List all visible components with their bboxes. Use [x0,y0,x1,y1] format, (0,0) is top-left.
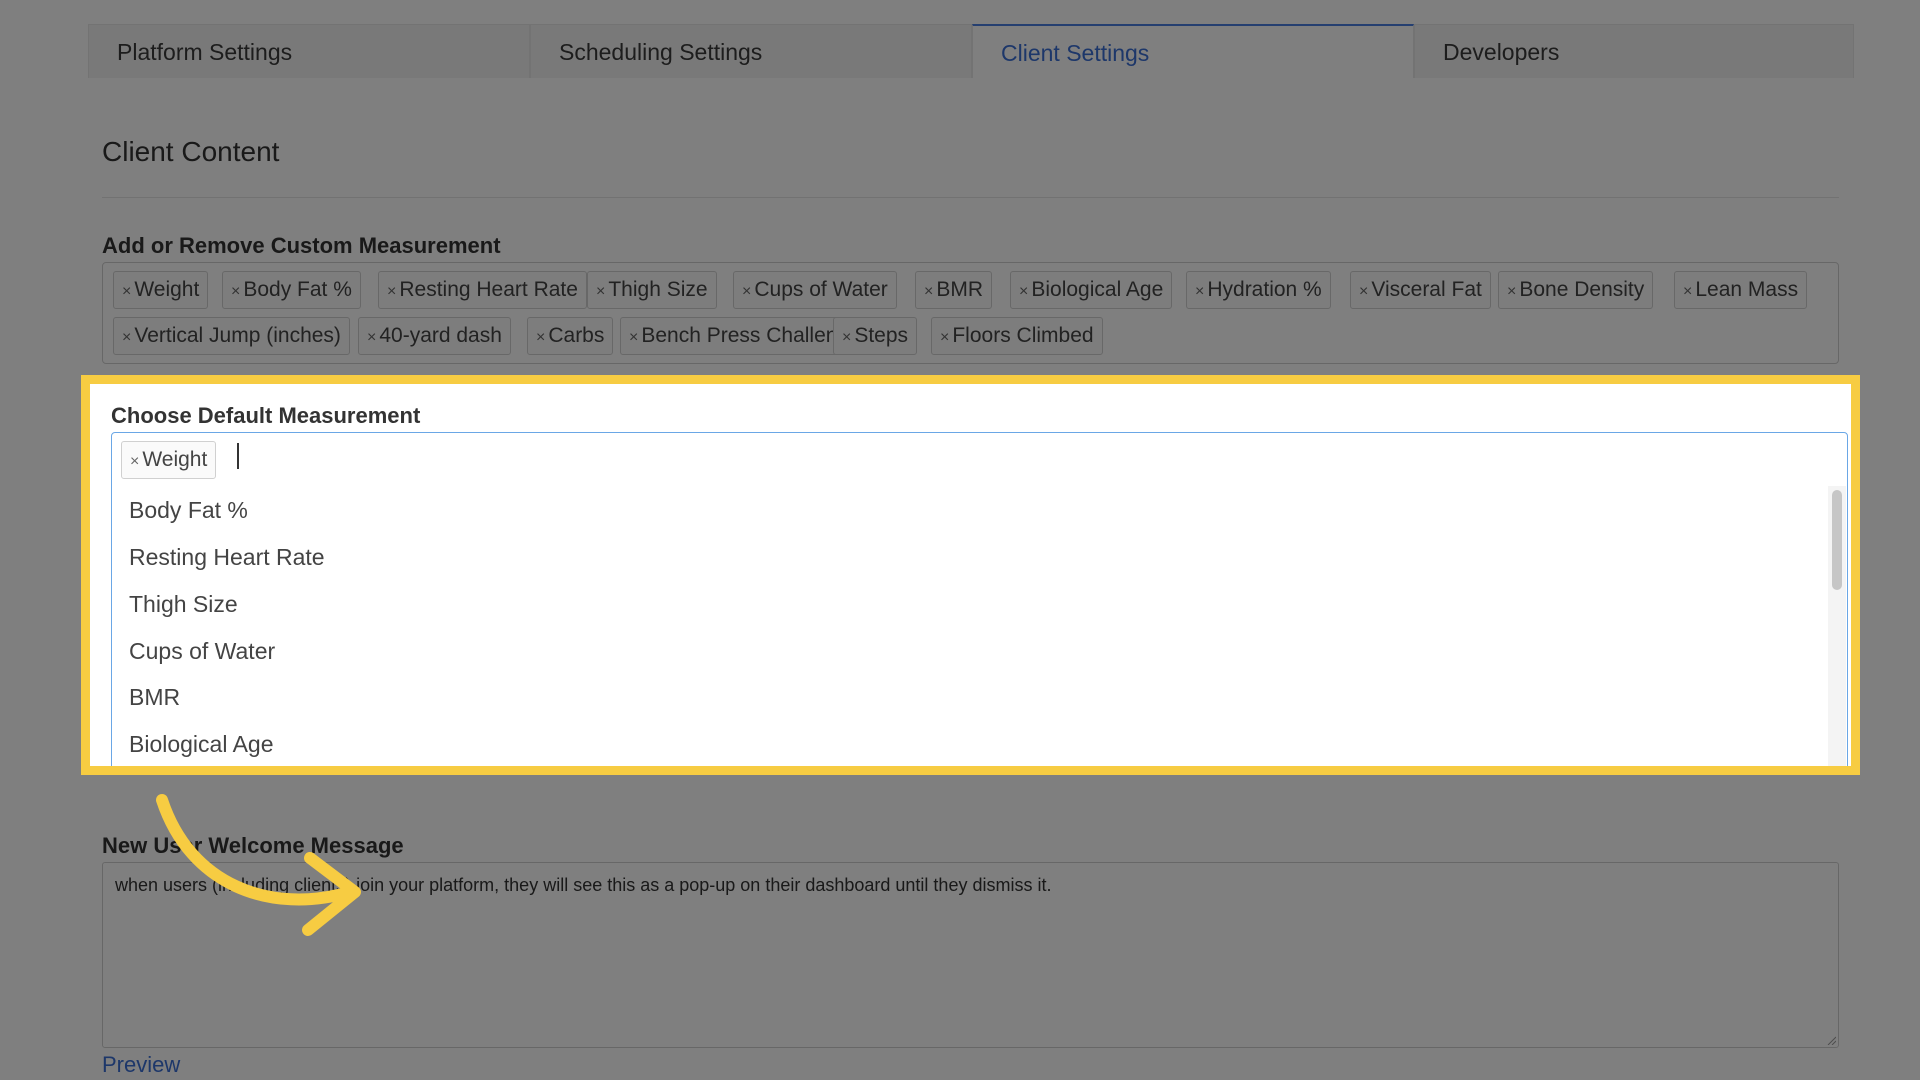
option-resting-heart-rate[interactable]: Resting Heart Rate [113,537,1819,577]
remove-icon[interactable]: × [130,453,139,470]
highlighted-region: Choose Default Measurement × Weight Body … [90,384,1851,766]
highlight-frame: Choose Default Measurement × Weight Body … [81,375,1860,775]
dropdown-scroll-thumb[interactable] [1832,490,1842,590]
option-thigh-size[interactable]: Thigh Size [113,584,1819,624]
text-cursor [237,443,239,469]
default-measurement-label: Choose Default Measurement [111,403,421,428]
tag-label: Weight [142,448,208,471]
callout-arrow-icon [156,794,361,936]
option-biological-age[interactable]: Biological Age [113,724,1819,764]
option-cups-of-water[interactable]: Cups of Water [113,631,1819,671]
selected-tag-weight[interactable]: × Weight [121,441,217,479]
option-body-fat[interactable]: Body Fat % [113,490,1819,530]
dropdown-list[interactable]: Body Fat % Resting Heart Rate Thigh Size… [113,486,1827,766]
option-bmr[interactable]: BMR [113,677,1819,717]
